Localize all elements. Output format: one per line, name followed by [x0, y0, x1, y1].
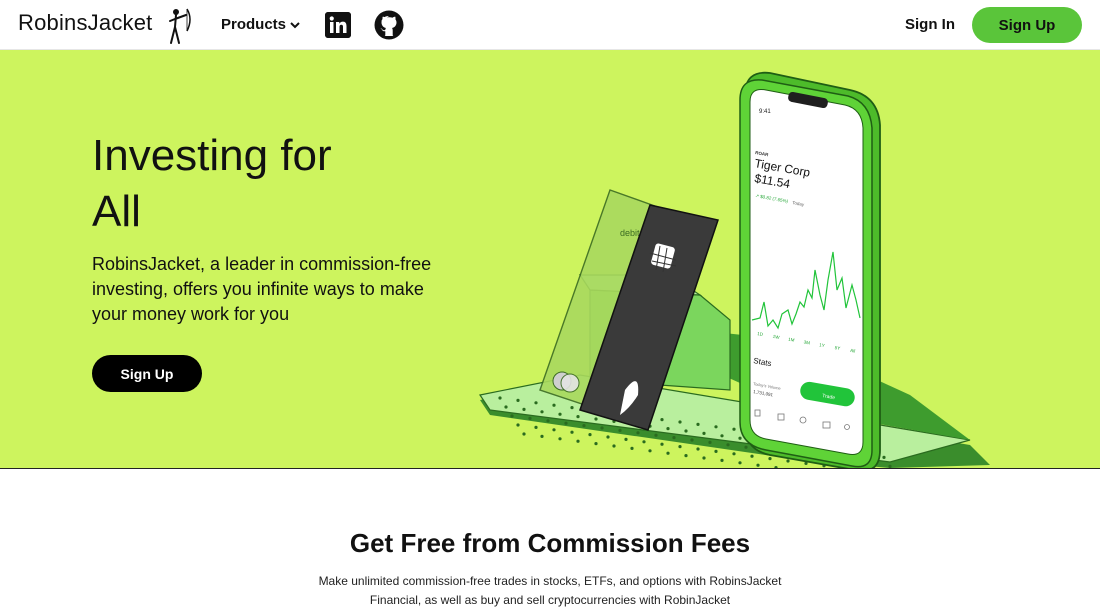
peg-hole [624, 437, 628, 441]
peg-hole [534, 401, 538, 405]
peg-hole [510, 414, 514, 418]
peg-hole [678, 420, 682, 424]
peg-hole [738, 461, 742, 465]
peg-hole [570, 430, 574, 434]
peg-hole [636, 431, 640, 435]
card-debit-label: debit [620, 228, 640, 238]
hero-divider [0, 468, 1100, 469]
peg-hole [588, 433, 592, 437]
peg-hole [678, 445, 682, 449]
peg-hole [576, 439, 580, 443]
peg-hole [594, 442, 598, 446]
peg-hole [666, 427, 670, 431]
phone-time: 9:41 [759, 109, 771, 115]
peg-hole [594, 417, 598, 421]
peg-hole [696, 447, 700, 451]
chevron-down-icon [290, 21, 300, 28]
peg-hole [744, 445, 748, 449]
github-icon[interactable] [374, 10, 404, 40]
hero-illustration: debit 9:41 ROAR Tiger Corp $11.54 ↗ $0.8… [479, 71, 990, 469]
peg-hole [504, 405, 508, 409]
peg-hole [516, 423, 520, 427]
peg-hole [618, 428, 622, 432]
archer-logo-icon [169, 8, 191, 44]
peg-hole [882, 455, 886, 459]
peg-hole [726, 443, 730, 447]
peg-hole [534, 425, 538, 429]
peg-hole [714, 449, 718, 453]
hero-description: RobinsJacket, a leader in commission-fre… [92, 254, 432, 324]
peg-hole [654, 433, 658, 437]
peg-hole [630, 446, 634, 450]
hero-section: Investing for All RobinsJacket, a leader … [0, 50, 1100, 469]
peg-hole [522, 432, 526, 436]
peg-hole [684, 429, 688, 433]
hero-title: Investing for All [92, 131, 332, 236]
peg-hole [516, 398, 520, 402]
peg-hole [528, 416, 532, 420]
sign-up-button[interactable]: Sign Up [972, 7, 1082, 43]
hero-sign-up-button[interactable]: Sign Up [92, 355, 202, 392]
peg-hole [786, 459, 790, 463]
section-title: Get Free from Commission Fees [349, 528, 751, 558]
peg-hole [540, 434, 544, 438]
peg-hole [690, 438, 694, 442]
peg-hole [768, 457, 772, 461]
peg-hole [522, 407, 526, 411]
peg-hole [714, 425, 718, 429]
products-label: Products [221, 16, 287, 33]
peg-hole [612, 444, 616, 448]
peg-hole [558, 437, 562, 441]
peg-hole [576, 415, 580, 419]
peg-hole [660, 418, 664, 422]
peg-hole [546, 419, 550, 423]
phone-range-tab: 5Y [834, 345, 840, 351]
peg-hole [570, 406, 574, 410]
peg-hole [708, 440, 712, 444]
peg-hole [732, 427, 736, 431]
linkedin-icon[interactable] [325, 12, 351, 38]
peg-hole [684, 454, 688, 458]
phone-range-tab: 1Y [819, 342, 825, 348]
section-body: Make unlimited commission-free trades in… [318, 574, 782, 607]
peg-hole [498, 396, 502, 400]
peg-hole [540, 410, 544, 414]
peg-hole [720, 434, 724, 438]
products-menu[interactable]: Products [221, 16, 300, 33]
peg-hole [606, 435, 610, 439]
logo-text[interactable]: RobinsJacket [18, 10, 152, 36]
peg-hole [702, 456, 706, 460]
peg-hole [666, 451, 670, 455]
peg-hole [552, 428, 556, 432]
sign-in-link[interactable]: Sign In [905, 16, 955, 33]
phone-mockup: 9:41 ROAR Tiger Corp $11.54 ↗ $0.82 (7.6… [739, 71, 881, 469]
peg-hole [702, 431, 706, 435]
peg-hole [696, 422, 700, 426]
phone-range-tab: All [850, 348, 856, 354]
peg-hole [756, 463, 760, 467]
peg-hole [642, 440, 646, 444]
peg-hole [582, 424, 586, 428]
peg-hole [738, 436, 742, 440]
peg-hole [600, 426, 604, 430]
peg-hole [660, 442, 664, 446]
peg-hole [648, 449, 652, 453]
peg-hole [720, 458, 724, 462]
top-nav: RobinsJacket Products Sign In Sign Up [0, 0, 1100, 50]
peg-hole [552, 403, 556, 407]
peg-hole [732, 452, 736, 456]
peg-hole [672, 436, 676, 440]
peg-hole [558, 412, 562, 416]
peg-hole [750, 454, 754, 458]
peg-hole [564, 421, 568, 425]
